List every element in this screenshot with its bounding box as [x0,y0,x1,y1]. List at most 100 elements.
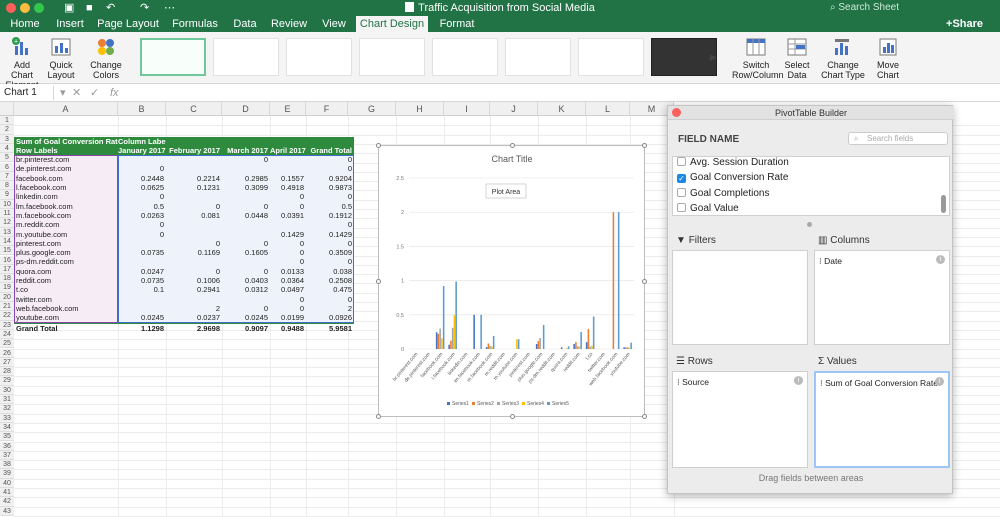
chart-style-thumbnail[interactable] [213,38,279,76]
row-header[interactable]: 17 [0,264,14,275]
table-cell[interactable]: 0.9873 [306,183,354,193]
table-row[interactable]: pinterest.com 0 0 0 0 [14,238,354,249]
row-header[interactable]: 29 [0,376,14,386]
row-header[interactable]: 24 [0,329,14,340]
table-cell[interactable]: 0.1429 [306,229,354,239]
table-cell[interactable]: 0 [222,266,270,277]
table-cell[interactable]: 0.9488 [270,324,306,333]
table-cell[interactable] [118,303,166,314]
table-row[interactable]: quora.com 0.0247 0 0 0.0133 0.038 [14,266,354,277]
tab-home[interactable]: Home [4,16,46,32]
field-item[interactable]: Avg. Session Duration [677,157,789,170]
row-header[interactable]: 2 [0,125,14,135]
table-cell[interactable]: 0.0364 [270,276,306,286]
share-button[interactable]: +Share [946,16,983,32]
table-cell[interactable]: 0 [270,294,306,304]
table-row[interactable]: facebook.com 0.2448 0.2214 0.2985 0.1557 0.92… [14,173,354,184]
table-cell[interactable]: 0.1429 [270,229,306,239]
table-cell[interactable]: 0.0391 [270,210,306,221]
table-cell[interactable] [166,229,222,239]
insert-function-icon[interactable]: fx [110,86,119,100]
checkbox[interactable] [677,188,686,197]
table-cell[interactable]: 0.2448 [118,173,166,184]
table-cell[interactable]: reddit.com [14,276,118,286]
column-header[interactable]: G [348,102,396,116]
tab-chart-design[interactable]: Chart Design [356,16,428,32]
row-header[interactable]: 28 [0,367,14,377]
table-row[interactable]: m.youtube.com 0 0.1429 0.1429 [14,229,354,239]
table-cell[interactable]: 0.475 [306,285,354,295]
table-cell[interactable] [166,155,222,165]
table-cell[interactable] [222,192,270,202]
builder-close-button[interactable] [672,108,681,117]
table-cell[interactable]: 2 [166,303,222,314]
table-cell[interactable]: 0 [306,294,354,304]
row-header[interactable]: 36 [0,441,14,451]
table-cell[interactable]: 0 [118,220,166,230]
row-header[interactable]: 8 [0,181,14,191]
chart-resize-handle-ne[interactable] [642,143,647,148]
table-cell[interactable]: February 2017 [166,146,222,155]
row-header[interactable]: 1 [0,116,14,126]
field-item[interactable]: Goal Value [677,201,739,215]
row-header[interactable]: 16 [0,255,14,265]
row-header[interactable]: 5 [0,153,14,163]
table-cell[interactable]: 0.0926 [306,313,354,323]
column-header[interactable]: J [490,102,538,116]
table-cell[interactable]: 0 [270,201,306,211]
chart-resize-handle-n[interactable] [510,143,515,148]
table-row[interactable]: m.reddit.com 0 0 [14,220,354,230]
table-cell[interactable] [166,294,222,304]
table-cell[interactable]: Column Labels [118,137,166,146]
row-header[interactable]: 42 [0,497,14,507]
table-row[interactable]: twitter.com 0 0 [14,294,354,304]
column-header[interactable]: A [14,102,118,116]
splitter-handle[interactable] [807,222,812,227]
table-row[interactable]: reddit.com 0.0735 0.1006 0.0403 0.0364 0.2508 [14,276,354,286]
table-row[interactable]: l.facebook.com 0.0625 0.1231 0.3099 0.4918 0.… [14,183,354,193]
table-cell[interactable]: 0 [306,220,354,230]
table-cell[interactable]: 0.1605 [222,248,270,258]
column-header[interactable]: F [306,102,348,116]
table-cell[interactable]: 0.038 [306,266,354,277]
info-icon[interactable]: i [794,376,803,385]
table-cell[interactable]: web.facebook.com [14,303,118,314]
table-cell[interactable]: Grand Total [306,146,354,155]
row-header[interactable]: 4 [0,143,14,154]
table-cell[interactable]: facebook.com [14,173,118,184]
table-cell[interactable]: March 2017 [222,146,270,155]
table-cell[interactable]: 0 [270,303,306,314]
checkbox-checked[interactable]: ✓ [677,174,686,183]
row-header[interactable]: 11 [0,209,14,219]
tab-insert[interactable]: Insert [48,16,92,32]
row-header[interactable]: 35 [0,432,14,442]
table-cell[interactable]: 0 [118,164,166,174]
table-cell[interactable]: 0.3099 [222,183,270,193]
table-cell[interactable]: 0.0448 [222,210,270,221]
table-cell[interactable]: January 2017 [118,146,166,155]
change-colors-button[interactable]: Change Colors [86,36,126,80]
table-cell[interactable]: 0 [306,164,354,174]
table-row[interactable]: youtube.com 0.0245 0.0237 0.0245 0.0199 0.092… [14,313,354,323]
table-row[interactable]: lm.facebook.com 0.5 0 0 0 0.5 [14,201,354,211]
table-cell[interactable] [270,137,306,146]
row-header[interactable]: 30 [0,385,14,395]
table-cell[interactable]: 0.0403 [222,276,270,286]
table-cell[interactable]: 0.0497 [270,285,306,295]
table-row[interactable]: Row Labels January 2017 February 2017 March… [14,145,354,156]
table-cell[interactable]: 0.3509 [306,248,354,258]
row-header[interactable]: 22 [0,311,14,321]
table-cell[interactable] [166,192,222,202]
table-cell[interactable]: 2 [306,303,354,314]
table-cell[interactable]: quora.com [14,266,118,277]
table-cell[interactable]: 0 [270,248,306,258]
table-cell[interactable]: Grand Total [14,324,118,333]
table-cell[interactable] [222,294,270,304]
table-cell[interactable] [118,294,166,304]
rows-drop-area[interactable]: ⁝ Source i [672,371,808,468]
chart-style-thumbnail[interactable] [140,38,206,76]
info-icon[interactable]: i [935,377,944,386]
enter-icon[interactable]: ✓ [90,86,99,100]
table-cell[interactable]: 0 [222,303,270,314]
name-box[interactable]: Chart 1 [2,86,54,100]
